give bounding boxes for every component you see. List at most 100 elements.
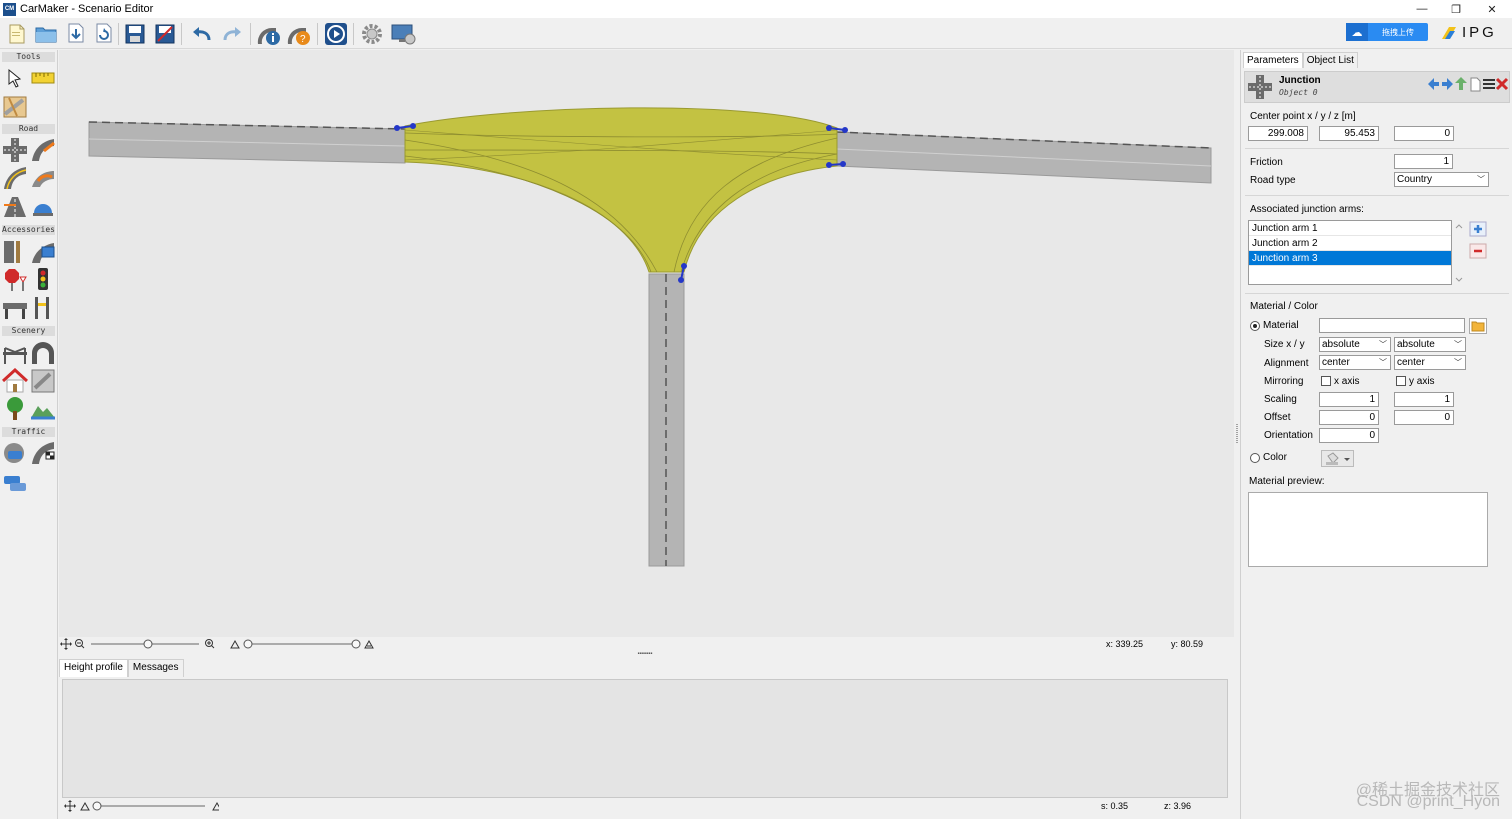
offset-x-field[interactable]: 0 [1319, 410, 1379, 425]
height-min-icon [230, 639, 240, 649]
material-radio[interactable] [1250, 321, 1260, 331]
terrain-tool-button[interactable] [30, 396, 56, 422]
mirror-x-checkbox[interactable] [1321, 376, 1331, 386]
mirror-y-checkbox[interactable] [1396, 376, 1406, 386]
color-picker-button[interactable] [1321, 450, 1354, 467]
prev-object-icon[interactable] [1428, 78, 1439, 90]
add-arm-button[interactable] [1469, 221, 1487, 237]
route-tool-button[interactable] [30, 440, 56, 466]
friction-field[interactable]: 1 [1394, 154, 1453, 169]
center-x-field[interactable]: 299.008 [1248, 126, 1308, 141]
restore-button[interactable]: ❐ [1438, 0, 1474, 18]
block-object-icon [31, 369, 55, 393]
mirror-x-label: x axis [1334, 376, 1360, 387]
road-help-button[interactable]: ? [285, 20, 312, 47]
browse-material-button[interactable] [1469, 318, 1487, 334]
canvas-zoom-bar: x: 339.25 y: 80.59 [59, 637, 1234, 651]
panel-resize-handle[interactable] [1235, 422, 1239, 446]
tab-object-list[interactable]: Object List [1302, 52, 1358, 68]
bus-stop-tool-button[interactable] [30, 239, 56, 265]
traffic-sign-tool-button[interactable] [2, 267, 28, 293]
list-item[interactable]: Junction arm 2 [1249, 236, 1451, 251]
material-field[interactable] [1319, 318, 1465, 333]
traffic-object-tool-button[interactable] [2, 440, 28, 466]
road-curve-tool-button[interactable] [2, 165, 28, 191]
object-tool-button[interactable] [30, 368, 56, 394]
orientation-field[interactable]: 0 [1319, 428, 1379, 443]
redo-button[interactable] [218, 20, 245, 47]
tab-messages[interactable]: Messages [127, 659, 184, 677]
save-button[interactable] [121, 20, 148, 47]
ipg-logo-mark-icon [1442, 26, 1456, 39]
cloud-upload-button[interactable]: ☁ 拖拽上传 [1346, 23, 1428, 41]
terrain-icon [31, 406, 55, 420]
road-type-select[interactable]: Country ﹀ [1394, 172, 1489, 187]
vehicle-tool-button[interactable] [2, 470, 28, 496]
delete-object-icon[interactable] [1495, 77, 1509, 91]
folder-icon [1469, 318, 1487, 334]
center-z-field[interactable]: 0 [1394, 126, 1454, 141]
play-movie-button[interactable] [322, 20, 349, 47]
minimize-button[interactable]: — [1404, 0, 1440, 18]
color-radio[interactable] [1250, 453, 1260, 463]
ruler-icon [31, 72, 55, 84]
bridge-tool-button[interactable] [2, 340, 28, 366]
road-marker-tool-button[interactable] [30, 193, 56, 219]
section-accessories: Accessories [2, 225, 55, 235]
road-lanes-tool-button[interactable] [2, 193, 28, 219]
guardrail-tool-button[interactable] [2, 295, 28, 321]
new-file-icon [9, 24, 24, 43]
scene-canvas[interactable] [59, 50, 1234, 637]
offset-y-field[interactable]: 0 [1394, 410, 1454, 425]
remove-arm-button[interactable] [1469, 243, 1487, 259]
hp-slider-thumb [92, 801, 102, 811]
road-link-tool-button[interactable] [30, 137, 56, 163]
close-window-button[interactable]: ✕ [1474, 0, 1510, 18]
tree-tool-button[interactable] [2, 396, 28, 422]
duplicate-icon[interactable] [1470, 77, 1481, 92]
chevron-down-icon: ﹀ [1477, 175, 1485, 184]
road-info-button[interactable] [255, 20, 282, 47]
display-settings-button[interactable] [389, 20, 416, 47]
select-tool-button[interactable] [2, 65, 28, 91]
parent-object-icon[interactable] [1455, 77, 1467, 90]
import-button[interactable] [62, 20, 89, 47]
list-item[interactable]: Junction arm 1 [1249, 221, 1451, 236]
new-file-button[interactable] [3, 20, 30, 47]
scaling-y-field[interactable]: 1 [1394, 392, 1454, 407]
junction-arms-list[interactable]: Junction arm 1 Junction arm 2 Junction a… [1248, 220, 1452, 285]
tab-height-profile[interactable]: Height profile [59, 659, 128, 677]
road-segment-east[interactable] [836, 131, 1212, 184]
list-item[interactable]: Junction arm 3 [1249, 251, 1451, 266]
street-lamp-tool-button[interactable] [30, 295, 56, 321]
menu-icon[interactable] [1483, 79, 1495, 89]
junction-tool-button[interactable] [2, 137, 28, 163]
splitter-handle[interactable]: ▪▪▪▪▪▪▪ [634, 651, 656, 657]
center-y-field[interactable]: 95.453 [1319, 126, 1379, 141]
size-x-select[interactable]: absolute ﹀ [1319, 337, 1391, 352]
align-x-select[interactable]: center ﹀ [1319, 355, 1391, 370]
size-y-select[interactable]: absolute ﹀ [1394, 337, 1466, 352]
settings-button[interactable] [358, 20, 385, 47]
measure-tool-button[interactable] [30, 65, 56, 91]
traffic-light-tool-button[interactable] [30, 267, 56, 293]
road-segment-west[interactable] [88, 121, 406, 164]
scaling-x-field[interactable]: 1 [1319, 392, 1379, 407]
undo-button[interactable] [188, 20, 215, 47]
road-segment-south[interactable] [648, 273, 685, 567]
save-as-button[interactable] [151, 20, 178, 47]
junction-area[interactable] [404, 107, 838, 273]
height-profile-plot[interactable] [62, 679, 1228, 798]
road-bump-tool-button[interactable] [30, 165, 56, 191]
tunnel-tool-button[interactable] [30, 340, 56, 366]
map-tool-button[interactable] [2, 94, 28, 120]
height-profile-toolbar: s: 0.35 z: 3.96 [59, 798, 1234, 814]
building-tool-button[interactable] [2, 368, 28, 394]
open-button[interactable] [32, 20, 59, 47]
road-curve-icon [4, 167, 27, 190]
reload-button[interactable] [90, 20, 117, 47]
align-y-select[interactable]: center ﹀ [1394, 355, 1466, 370]
next-object-icon[interactable] [1442, 78, 1453, 90]
tab-parameters[interactable]: Parameters [1243, 52, 1303, 68]
post-tool-button[interactable] [2, 239, 28, 265]
